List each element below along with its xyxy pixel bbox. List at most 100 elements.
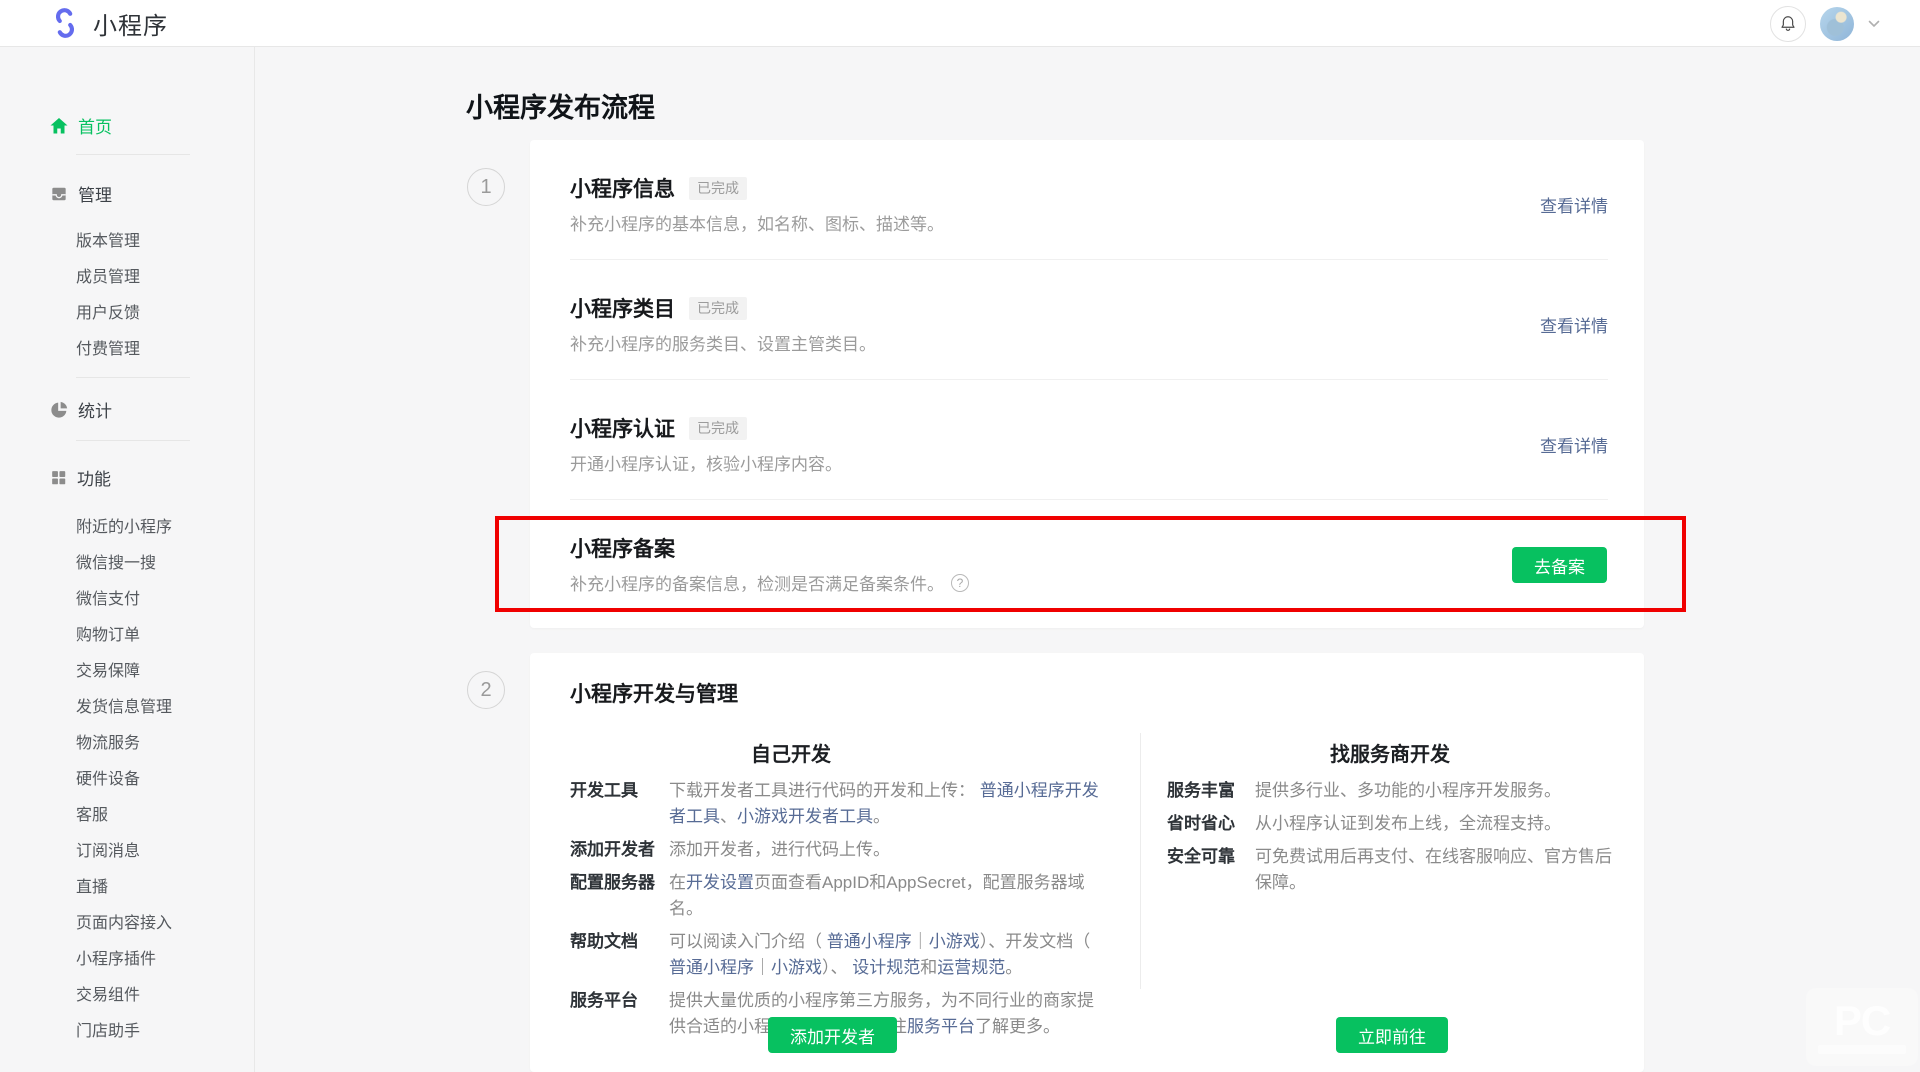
dev-row-value: 添加开发者，进行代码上传。 [669,837,1100,863]
view-details-link[interactable]: 查看详情 [1540,192,1608,217]
user-avatar[interactable] [1820,6,1854,41]
step-row-info: 小程序信息 已完成 补充小程序的基本信息，如名称、图标、描述等。 查看详情 [530,140,1644,260]
sidebar-feature-items: 附近的小程序 微信搜一搜微信支付购物订单交易保障发货信息管理 物流服务硬件设备客服订… [76,517,172,1057]
step-number-1: 1 [467,168,505,206]
watermark-text: PC [1833,997,1891,1044]
self-develop-header: 自己开发 [751,744,831,766]
sidebar-subitem[interactable]: 发货信息管理 [76,697,172,719]
dev-row-value: 可免费试用后再支付、在线客服响应、官方售后保障。 [1255,844,1612,896]
sidebar-subitem[interactable]: 成员管理 [76,267,140,289]
row-title-wrap: 小程序信息 已完成 [570,173,747,203]
sidebar-subitem[interactable]: 微信搜一搜 [76,553,172,575]
sidebar-subitem[interactable]: 付费管理 [76,339,140,361]
inline-text: 了解更多。 [975,1017,1060,1036]
sidebar-section-label: 统计 [78,402,112,421]
row-desc-text: 补充小程序的服务类目、设置主管类目。 [570,335,876,354]
sidebar-item-home[interactable]: 首页 [49,113,112,138]
row-title-wrap: 小程序备案 [570,533,675,563]
sidebar-subitem[interactable]: 硬件设备 [76,769,172,791]
dev-row-value: 可以阅读入门介绍（ 普通小程序｜小游戏）、开发文档（ 普通小程序｜小游戏）、 设… [669,929,1100,981]
inline-text: 。 [1005,958,1023,977]
sidebar-subitem[interactable]: 微信支付 [76,589,172,611]
inline-link[interactable]: 设计规范 [852,958,920,977]
row-description: 补充小程序的备案信息，检测是否满足备案条件。 ? [570,570,969,595]
dev-row-label: 省时省心 [1167,814,1235,833]
inline-link[interactable]: 普通小程序 [669,958,754,977]
step-row-filing: 小程序备案 补充小程序的备案信息，检测是否满足备案条件。 ? 去备案 [530,500,1644,628]
question-circle-icon[interactable]: ? [951,573,969,592]
go-now-button[interactable]: 立即前往 [1336,1017,1448,1053]
status-badge: 已完成 [689,296,747,320]
sidebar-subitem[interactable]: 订阅消息 [76,841,172,863]
row-description: 补充小程序的基本信息，如名称、图标、描述等。 [570,210,944,235]
dev-row: 省时省心 从小程序认证到发布上线，全流程支持。 [1167,811,1612,837]
development-card: 小程序开发与管理 自己开发 找服务商开发 开发工具 下载开发者工具进行代码的开发… [530,653,1644,1072]
inline-link[interactable]: 开发设置 [686,873,754,892]
watermark-bar [1818,1045,1906,1054]
inline-link[interactable]: 运营规范 [937,958,1005,977]
step-row-certification: 小程序认证 已完成 开通小程序认证，核验小程序内容。 查看详情 [530,380,1644,500]
pie-chart-icon [51,401,68,418]
go-filing-button[interactable]: 去备案 [1512,547,1607,583]
inline-text: 提供多行业、多功能的小程序开发服务。 [1255,781,1561,800]
dev-row: 开发工具 下载开发者工具进行代码的开发和上传： 普通小程序开发者工具、小游戏开发… [570,778,1100,830]
inline-link[interactable]: 小游戏开发者工具 [737,807,873,826]
row-title: 小程序认证 [570,418,675,441]
app-title: 小程序 [93,12,168,40]
inbox-icon [52,187,66,200]
bell-icon [1781,16,1795,31]
dev-row-label: 服务丰富 [1167,781,1235,800]
notifications-button[interactable] [1770,5,1806,42]
dev-row-value: 提供多行业、多功能的小程序开发服务。 [1255,778,1612,804]
inline-link[interactable]: 服务平台 [907,1017,975,1036]
step-row-category: 小程序类目 已完成 补充小程序的服务类目、设置主管类目。 查看详情 [530,260,1644,380]
sidebar-subitem[interactable]: 直播 [76,877,172,899]
sidebar-subitem[interactable]: 页面内容接入 [76,913,172,935]
sidebar-section-features[interactable]: 功能 [49,465,111,490]
row-desc-text: 开通小程序认证，核验小程序内容。 [570,455,842,474]
sidebar-subitem[interactable]: 交易组件 [76,985,172,1007]
inline-text: ｜ [754,958,771,977]
release-steps-card: 小程序信息 已完成 补充小程序的基本信息，如名称、图标、描述等。 查看详情 小程… [530,140,1644,628]
miniprogram-logo-icon [49,7,81,39]
vendor-develop-rows: 服务丰富 提供多行业、多功能的小程序开发服务。 省时省心 从小程序认证到发布上线… [1167,778,1612,903]
inline-text: 添加开发者，进行代码上传。 [669,840,890,859]
sidebar-subitem[interactable]: 购物订单 [76,625,172,647]
sidebar-divider [76,440,190,441]
chevron-down-icon[interactable] [1868,20,1880,28]
row-desc-text: 补充小程序的备案信息，检测是否满足备案条件。 [570,575,944,594]
topbar-actions [1770,0,1880,47]
sidebar-section-stats[interactable]: 统计 [49,397,112,422]
row-title-wrap: 小程序认证 已完成 [570,413,747,443]
row-title: 小程序类目 [570,298,675,321]
sidebar-subitem[interactable]: 附近的小程序 [76,517,172,539]
page-title: 小程序发布流程 [466,93,655,123]
sidebar-subitem[interactable]: 客服 [76,805,172,827]
row-desc-text: 补充小程序的基本信息，如名称、图标、描述等。 [570,215,944,234]
dev-row-value: 从小程序认证到发布上线，全流程支持。 [1255,811,1612,837]
inline-text: 、 [720,807,737,826]
inline-link[interactable]: 小游戏 [771,958,822,977]
inline-text: ）、开发文档（ [979,932,1091,951]
sidebar-subitem[interactable]: 门店助手 [76,1021,172,1043]
inline-link[interactable]: 小游戏 [929,932,980,951]
step-number-text: 1 [480,175,492,198]
watermark: PC [1806,988,1918,1066]
inline-link[interactable]: 普通小程序 [827,932,912,951]
sidebar-subitem[interactable]: 物流服务 [76,733,172,755]
sidebar-subitem[interactable]: 交易保障 [76,661,172,683]
row-title: 小程序信息 [570,178,675,201]
add-developer-button[interactable]: 添加开发者 [768,1017,897,1053]
view-details-link[interactable]: 查看详情 [1540,432,1608,457]
sidebar-subitem[interactable]: 版本管理 [76,231,140,253]
sidebar-divider [76,377,190,378]
app-frame: 小程序 首页 管理 版本管理 成员管理 用户反馈 付费管理 统计 功能 附近的小… [0,0,1920,1072]
view-details-link[interactable]: 查看详情 [1540,312,1608,337]
dev-row-label: 添加开发者 [570,840,655,859]
status-badge: 已完成 [689,176,747,200]
sidebar-section-label: 功能 [77,470,111,489]
sidebar-subitem[interactable]: 用户反馈 [76,303,140,325]
sidebar-manage-items: 版本管理成员管理用户反馈付费管理 [76,231,140,375]
sidebar-section-manage[interactable]: 管理 [49,181,112,206]
sidebar-subitem[interactable]: 小程序插件 [76,949,172,971]
